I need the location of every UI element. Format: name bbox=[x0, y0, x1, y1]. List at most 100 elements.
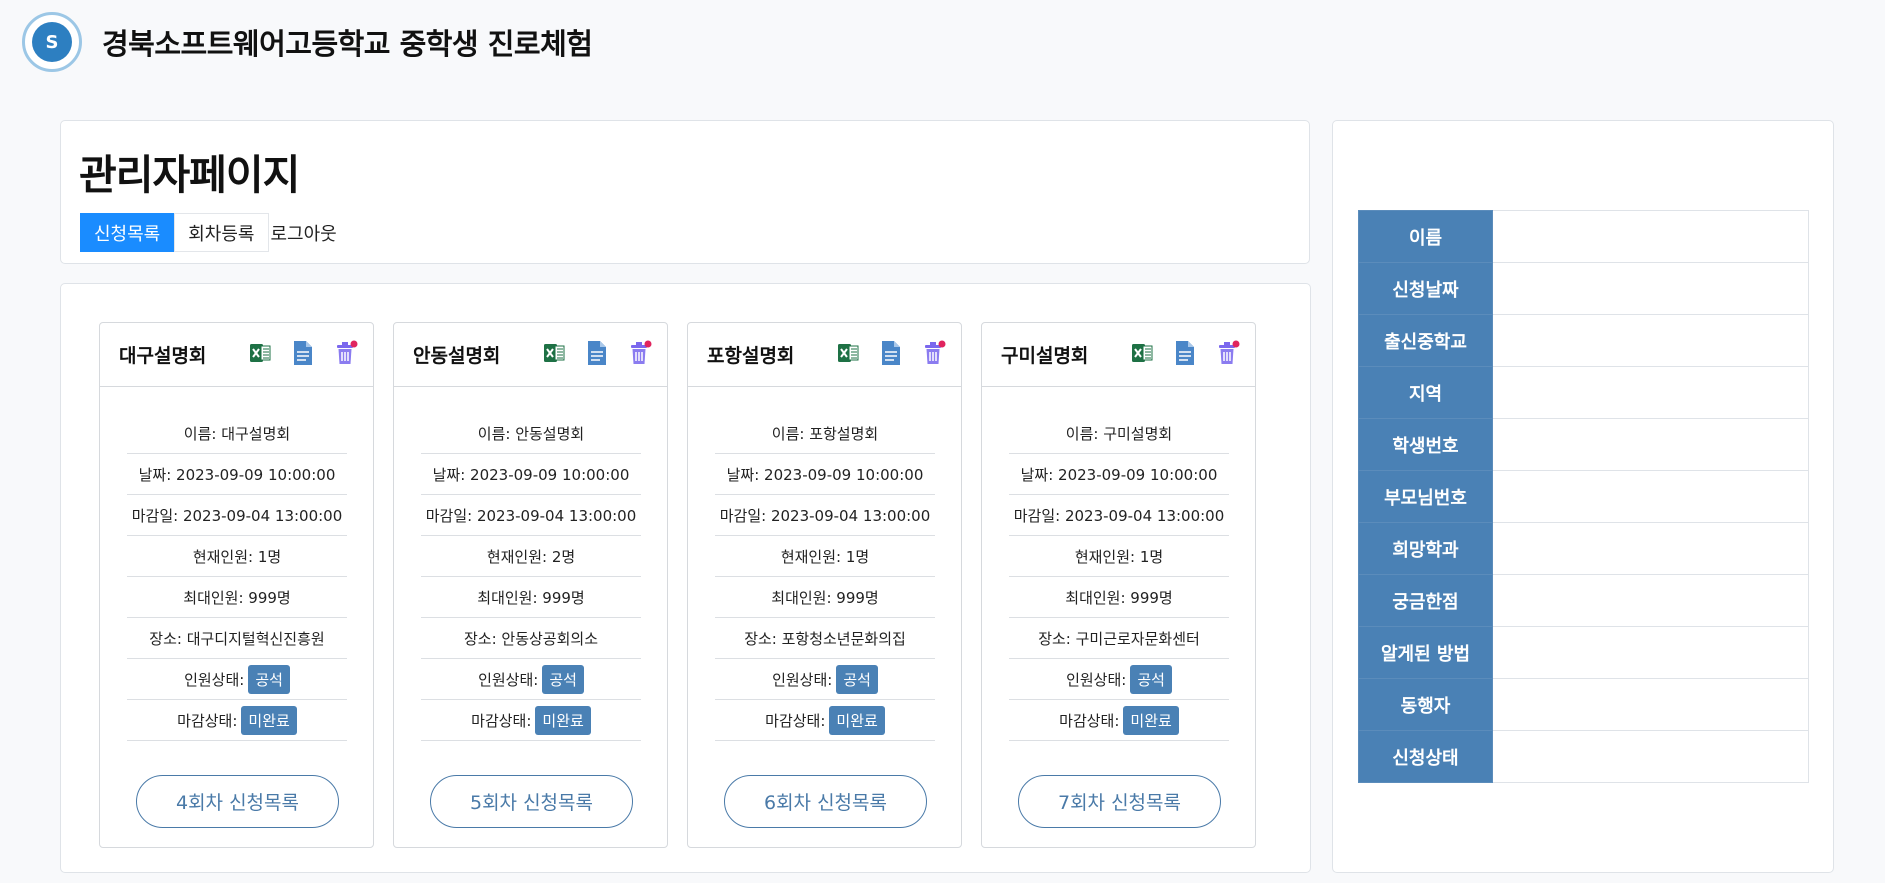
session-max-count-row: 최대인원: 999명 bbox=[421, 577, 641, 618]
session-deadline-row: 마감일: 2023-09-04 13:00:00 bbox=[715, 495, 935, 536]
detail-field-value bbox=[1492, 366, 1809, 419]
nav-logout[interactable]: 로그아웃 bbox=[268, 213, 339, 252]
detail-field-label: 알게된 방법 bbox=[1358, 626, 1493, 679]
document-icon[interactable] bbox=[584, 339, 610, 367]
capacity-status-badge: 공석 bbox=[836, 664, 878, 694]
detail-row: 신청날짜 bbox=[1358, 262, 1809, 315]
session-deadline-row: 마감일: 2023-09-04 13:00:00 bbox=[421, 495, 641, 536]
session-card-header: 포항설명회 bbox=[688, 323, 961, 387]
detail-field-value bbox=[1492, 262, 1809, 315]
session-max-count-row: 최대인원: 999명 bbox=[127, 577, 347, 618]
detail-field-label: 희망학과 bbox=[1358, 522, 1493, 575]
detail-field-value bbox=[1492, 470, 1809, 523]
session-date-row: 날짜: 2023-09-09 10:00:00 bbox=[1009, 454, 1229, 495]
session-deadline-row: 마감일: 2023-09-04 13:00:00 bbox=[127, 495, 347, 536]
session-current-count-row: 현재인원: 1명 bbox=[715, 536, 935, 577]
capacity-status-row: 인원상태: 공석 bbox=[715, 659, 935, 700]
detail-row: 희망학과 bbox=[1358, 522, 1809, 575]
session-date-row: 날짜: 2023-09-09 10:00:00 bbox=[421, 454, 641, 495]
trash-icon[interactable] bbox=[1215, 339, 1241, 367]
detail-field-label: 학생번호 bbox=[1358, 418, 1493, 471]
session-deadline-row: 마감일: 2023-09-04 13:00:00 bbox=[1009, 495, 1229, 536]
deadline-status-label: 마감상태: bbox=[1059, 711, 1120, 730]
session-location-row: 장소: 대구디지털혁신진흥원 bbox=[127, 618, 347, 659]
detail-field-value bbox=[1492, 418, 1809, 471]
deadline-status-badge: 미완료 bbox=[241, 705, 297, 735]
session-date-row: 날짜: 2023-09-09 10:00:00 bbox=[715, 454, 935, 495]
document-icon[interactable] bbox=[290, 339, 316, 367]
session-title: 대구설명회 bbox=[119, 345, 207, 367]
session-actions bbox=[835, 339, 947, 367]
detail-field-label: 부모님번호 bbox=[1358, 470, 1493, 523]
detail-field-label: 지역 bbox=[1358, 366, 1493, 419]
document-icon[interactable] bbox=[878, 339, 904, 367]
session-actions bbox=[247, 339, 359, 367]
excel-icon[interactable] bbox=[247, 339, 273, 367]
session-info: 이름: 포항설명회 날짜: 2023-09-09 10:00:00 마감일: 2… bbox=[715, 413, 935, 741]
excel-icon[interactable] bbox=[835, 339, 861, 367]
detail-field-label: 동행자 bbox=[1358, 678, 1493, 731]
application-list-button[interactable]: 5회차 신청목록 bbox=[430, 775, 633, 828]
detail-row: 부모님번호 bbox=[1358, 470, 1809, 523]
detail-row: 동행자 bbox=[1358, 678, 1809, 731]
detail-field-value bbox=[1492, 522, 1809, 575]
detail-row: 궁금한점 bbox=[1358, 574, 1809, 627]
session-list-panel: 대구설명회 이름: 대구설명회 날짜: 2023-09-09 10:00:00 … bbox=[60, 283, 1311, 873]
deadline-status-badge: 미완료 bbox=[829, 705, 885, 735]
detail-field-value bbox=[1492, 210, 1809, 263]
capacity-status-row: 인원상태: 공석 bbox=[127, 659, 347, 700]
detail-field-label: 신청날짜 bbox=[1358, 262, 1493, 315]
detail-row: 지역 bbox=[1358, 366, 1809, 419]
trash-icon[interactable] bbox=[627, 339, 653, 367]
session-date-row: 날짜: 2023-09-09 10:00:00 bbox=[127, 454, 347, 495]
applicant-detail-table: 이름 신청날짜 출신중학교 지역 학생번호 부모님번호 희망학과 궁금한점 알게된 방법 동행자 신… bbox=[1358, 210, 1809, 783]
application-list-button[interactable]: 4회차 신청목록 bbox=[136, 775, 339, 828]
session-location-row: 장소: 포항청소년문화의집 bbox=[715, 618, 935, 659]
session-card: 안동설명회 이름: 안동설명회 날짜: 2023-09-09 10:00:00 … bbox=[393, 322, 668, 848]
application-list-button[interactable]: 7회차 신청목록 bbox=[1018, 775, 1221, 828]
deadline-status-row: 마감상태: 미완료 bbox=[421, 700, 641, 741]
document-icon[interactable] bbox=[1172, 339, 1198, 367]
session-card-header: 구미설명회 bbox=[982, 323, 1255, 387]
session-card: 대구설명회 이름: 대구설명회 날짜: 2023-09-09 10:00:00 … bbox=[99, 322, 374, 848]
site-title: 경북소프트웨어고등학교 중학생 진로체험 bbox=[102, 27, 593, 61]
session-info: 이름: 구미설명회 날짜: 2023-09-09 10:00:00 마감일: 2… bbox=[1009, 413, 1229, 741]
detail-field-value bbox=[1492, 678, 1809, 731]
detail-field-label: 이름 bbox=[1358, 210, 1493, 263]
session-current-count-row: 현재인원: 1명 bbox=[1009, 536, 1229, 577]
trash-icon[interactable] bbox=[333, 339, 359, 367]
school-logo[interactable]: S bbox=[22, 12, 82, 72]
session-current-count-row: 현재인원: 1명 bbox=[127, 536, 347, 577]
capacity-status-badge: 공석 bbox=[248, 664, 290, 694]
deadline-status-row: 마감상태: 미완료 bbox=[715, 700, 935, 741]
session-name-row: 이름: 안동설명회 bbox=[421, 413, 641, 454]
deadline-status-row: 마감상태: 미완료 bbox=[127, 700, 347, 741]
trash-icon[interactable] bbox=[921, 339, 947, 367]
session-title: 안동설명회 bbox=[413, 345, 501, 367]
capacity-status-label: 인원상태: bbox=[772, 670, 833, 689]
session-card: 구미설명회 이름: 구미설명회 날짜: 2023-09-09 10:00:00 … bbox=[981, 322, 1256, 848]
deadline-status-label: 마감상태: bbox=[471, 711, 532, 730]
capacity-status-label: 인원상태: bbox=[184, 670, 245, 689]
deadline-status-label: 마감상태: bbox=[177, 711, 238, 730]
deadline-status-badge: 미완료 bbox=[1123, 705, 1179, 735]
logo-mark: S bbox=[32, 22, 72, 62]
detail-field-label: 출신중학교 bbox=[1358, 314, 1493, 367]
capacity-status-label: 인원상태: bbox=[1066, 670, 1127, 689]
capacity-status-row: 인원상태: 공석 bbox=[421, 659, 641, 700]
session-card: 포항설명회 이름: 포항설명회 날짜: 2023-09-09 10:00:00 … bbox=[687, 322, 962, 848]
capacity-status-row: 인원상태: 공석 bbox=[1009, 659, 1229, 700]
detail-row: 알게된 방법 bbox=[1358, 626, 1809, 679]
session-title: 포항설명회 bbox=[707, 345, 795, 367]
session-actions bbox=[541, 339, 653, 367]
detail-row: 이름 bbox=[1358, 210, 1809, 263]
capacity-status-label: 인원상태: bbox=[478, 670, 539, 689]
capacity-status-badge: 공석 bbox=[542, 664, 584, 694]
application-list-button[interactable]: 6회차 신청목록 bbox=[724, 775, 927, 828]
deadline-status-badge: 미완료 bbox=[535, 705, 591, 735]
session-location-row: 장소: 구미근로자문화센터 bbox=[1009, 618, 1229, 659]
excel-icon[interactable] bbox=[541, 339, 567, 367]
excel-icon[interactable] bbox=[1129, 339, 1155, 367]
nav-session-register[interactable]: 회차등록 bbox=[174, 213, 269, 252]
nav-application-list[interactable]: 신청목록 bbox=[80, 213, 175, 252]
